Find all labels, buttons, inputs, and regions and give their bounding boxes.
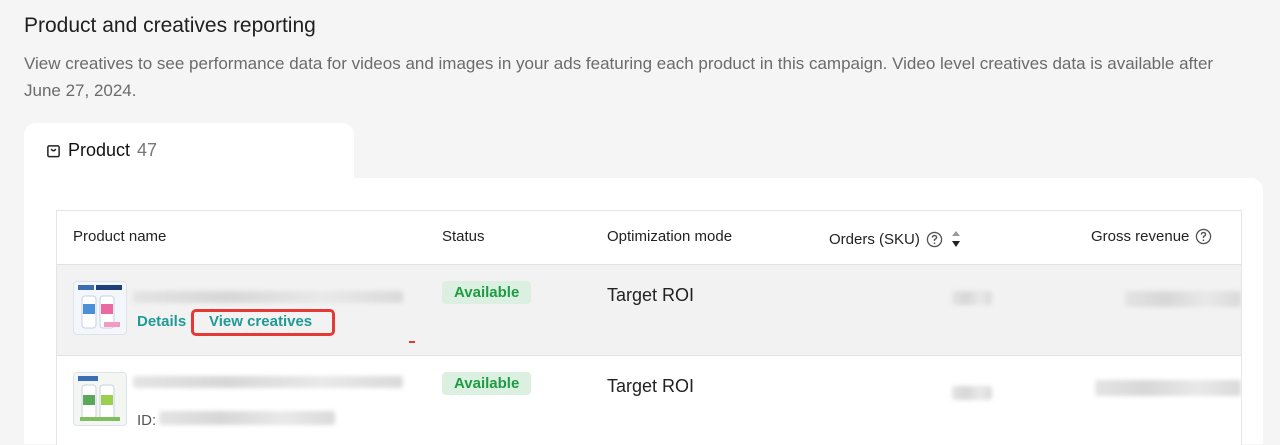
- sort-icon[interactable]: [951, 228, 961, 250]
- product-thumbnail: [73, 372, 127, 426]
- shopping-bag-icon: [47, 145, 60, 158]
- product-id-label: ID:: [137, 412, 157, 429]
- table-row: ID: Available Target ROI: [57, 356, 1241, 445]
- tab-product-label: Product: [68, 140, 131, 160]
- column-label: Orders (SKU): [829, 230, 920, 248]
- redacted-orders: [952, 386, 992, 400]
- status-badge: Available: [442, 281, 532, 304]
- annotation-mark: [409, 341, 415, 343]
- redacted-revenue: [1125, 291, 1241, 307]
- product-thumbnail: [73, 281, 127, 335]
- column-label: Gross revenue: [1091, 228, 1190, 245]
- section-title: Product and creatives reporting: [24, 14, 316, 37]
- column-orders-sku[interactable]: Orders (SKU): [829, 228, 961, 250]
- column-optimization-mode: Optimization mode: [607, 228, 732, 245]
- product-image: [74, 373, 126, 425]
- section-description: View creatives to see performance data f…: [24, 54, 1214, 100]
- table-row: Details View creatives Available Target …: [57, 265, 1241, 356]
- tab-product-count: 47: [137, 140, 158, 160]
- redacted-product-id: [159, 411, 335, 425]
- help-icon[interactable]: [926, 231, 943, 248]
- highlight-annotation: [191, 309, 335, 336]
- redacted-product-name: [133, 291, 403, 303]
- details-link[interactable]: Details: [137, 313, 186, 330]
- column-gross-revenue: Gross revenue: [1091, 228, 1212, 245]
- table-header: Product name Status Optimization mode Or…: [57, 211, 1241, 265]
- column-label: Status: [442, 228, 485, 245]
- optimization-mode-value: Target ROI: [607, 376, 695, 396]
- column-label: Optimization mode: [607, 228, 733, 245]
- help-icon[interactable]: [1195, 228, 1212, 245]
- product-table: Product name Status Optimization mode Or…: [56, 210, 1242, 445]
- tab-product[interactable]: Product 47: [24, 123, 354, 183]
- redacted-orders: [952, 291, 992, 305]
- column-label: Product name: [73, 228, 167, 245]
- redacted-revenue: [1095, 380, 1241, 396]
- column-status: Status: [442, 228, 485, 245]
- status-badge: Available: [442, 372, 532, 395]
- product-image: [74, 282, 126, 334]
- column-product-name: Product name: [73, 228, 166, 245]
- redacted-product-name: [133, 376, 403, 388]
- optimization-mode-value: Target ROI: [607, 285, 695, 305]
